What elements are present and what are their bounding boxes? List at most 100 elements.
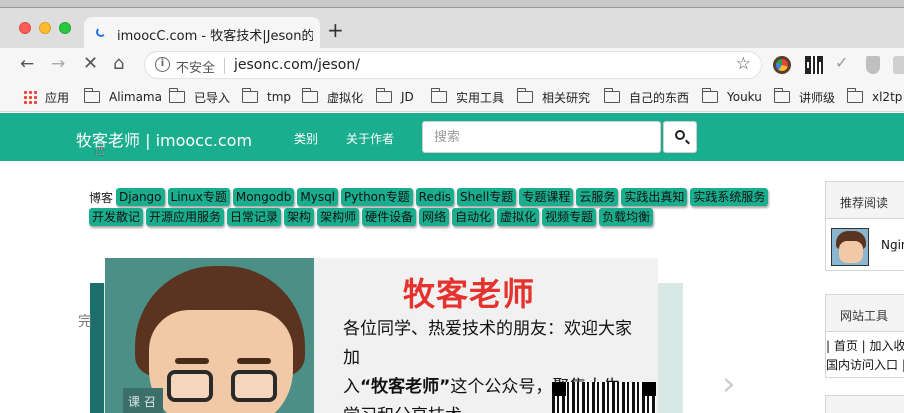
tag-courses[interactable]: 专题课程 (519, 188, 574, 206)
tag-shell[interactable]: Shell专题 (457, 188, 517, 206)
bookmark-folder-xl2tp[interactable]: xl2tp (846, 88, 903, 105)
hand-cursor-icon: ☝ (95, 140, 105, 159)
home-icon[interactable]: ⌂ (113, 54, 124, 74)
loading-spinner-icon (96, 27, 106, 37)
bookmark-folder-tmp[interactable]: tmp (241, 88, 291, 105)
article-thumbnail[interactable] (831, 228, 869, 266)
bookmark-label: Alimama (109, 90, 162, 104)
bookmark-folder-lecturer[interactable]: 讲师级 (773, 88, 836, 105)
address-bar[interactable]: i 不安全 jesonc.com/jeson/ ☆ (144, 51, 762, 79)
tag-load-balancing[interactable]: 负载均衡 (599, 208, 654, 226)
tag-mongodb[interactable]: Mongodb (232, 188, 295, 206)
forward-arrow-icon[interactable]: → (51, 54, 65, 74)
tag-architecture[interactable]: 架构 (284, 208, 315, 226)
tag-mysql[interactable]: Mysql (297, 188, 339, 206)
new-tab-button[interactable]: + (327, 20, 344, 40)
tag-video[interactable]: 视频专题 (542, 208, 597, 226)
tools-link-home-favorite[interactable]: | 首页 | 加入收藏 (826, 337, 904, 356)
nav-about-author[interactable]: 关于作者 (346, 130, 394, 147)
bookmark-label: 应用 (45, 90, 70, 105)
bookmark-label: 虚拟化 (327, 90, 364, 105)
bookmark-folder-jd[interactable]: JD (375, 88, 414, 105)
back-arrow-icon[interactable]: ← (20, 54, 34, 74)
bookmark-folder-alimama[interactable]: Alimama (83, 88, 162, 105)
banner-emphasis: “牧客老师” (360, 377, 451, 397)
bookmark-folder-virtualization[interactable]: 虚拟化 (301, 88, 364, 105)
shield-extension-icon[interactable] (866, 56, 880, 74)
mac-menu-bar (0, 0, 904, 8)
bookmark-label: 已导入 (194, 90, 231, 105)
recommend-item-title[interactable]: Ngin (881, 238, 904, 252)
browser-toolbar: ← → ✕ ⌂ i 不安全 jesonc.com/jeson/ ☆ ✓ (0, 48, 904, 82)
recommend-panel: 推荐阅读 Ngin (825, 181, 904, 271)
tag-cloud-service[interactable]: 云服务 (576, 188, 619, 206)
tools-title: 网站工具 (826, 295, 904, 332)
folder-icon (375, 88, 392, 103)
tag-cloud-label: 博客 (89, 190, 114, 205)
bookmark-label: Youku (727, 90, 762, 104)
tag-linux[interactable]: Linux专题 (167, 188, 230, 206)
folder-icon (516, 88, 533, 103)
fullscreen-window-button[interactable] (59, 22, 71, 34)
search-button[interactable] (663, 121, 697, 153)
bookmark-label: 实用工具 (456, 90, 505, 105)
tag-architect[interactable]: 架构师 (317, 208, 360, 226)
bookmark-apps[interactable]: 应用 (23, 89, 69, 105)
carousel-prev-icon[interactable]: ‹ (78, 367, 92, 401)
bookmark-star-icon[interactable]: ☆ (736, 54, 751, 74)
avatar-badge: 课 召 (123, 388, 163, 413)
bookmark-folder-tools[interactable]: 实用工具 (430, 88, 505, 105)
thumbnail-face (839, 241, 863, 263)
tag-hardware[interactable]: 硬件设备 (362, 208, 417, 226)
avatar-brow (237, 358, 271, 364)
bookmark-folder-imported[interactable]: 已导入 (168, 88, 231, 105)
nav-categories[interactable]: 类别 (294, 130, 318, 147)
color-picker-extension-icon[interactable] (773, 56, 791, 74)
recommend-title: 推荐阅读 (826, 182, 904, 219)
apps-grid-icon (23, 90, 37, 104)
url-text[interactable]: jesonc.com/jeson/ (234, 57, 360, 73)
check-extension-icon[interactable]: ✓ (835, 53, 853, 72)
tools-links: | 首页 | 加入收藏 国内访问入口 | (826, 332, 904, 375)
tag-python[interactable]: Python专题 (341, 188, 413, 206)
banner-title: 牧客老师 (403, 275, 536, 313)
folder-icon (603, 88, 620, 103)
tag-virtualization[interactable]: 虚拟化 (497, 208, 540, 226)
tag-network[interactable]: 网络 (419, 208, 450, 226)
folder-icon (168, 88, 185, 103)
close-window-button[interactable] (19, 22, 31, 34)
bookmark-label: 讲师级 (799, 90, 836, 105)
stats-title (826, 396, 904, 413)
tools-panel: 网站工具 | 首页 | 加入收藏 国内访问入口 | (825, 294, 904, 378)
tag-practice-system[interactable]: 实践系统服务 (690, 188, 769, 206)
tools-link-domestic[interactable]: 国内访问入口 | (826, 356, 904, 375)
site-header: 牧客老师 | imoocc.com 类别 关于作者 (0, 113, 904, 161)
insecure-label[interactable]: 不安全 (176, 57, 215, 76)
bookmark-folder-own-stuff[interactable]: 自己的东西 (603, 88, 689, 105)
tag-open-source[interactable]: 开源应用服务 (146, 208, 225, 226)
stop-loading-icon[interactable]: ✕ (83, 54, 98, 74)
bookmark-label: 相关研究 (542, 90, 591, 105)
carousel-next-icon[interactable]: › (722, 367, 736, 401)
bookmark-folder-youku[interactable]: Youku (701, 88, 762, 105)
carousel-edge (90, 283, 104, 413)
bookmark-label: xl2tp (872, 90, 903, 104)
folder-icon (846, 88, 863, 103)
tag-practice[interactable]: 实践出真知 (621, 188, 688, 206)
tag-dev-notes[interactable]: 开发散记 (89, 208, 144, 226)
tag-automation[interactable]: 自动化 (452, 208, 495, 226)
avatar-glasses (231, 370, 277, 402)
qr-code-extension-icon[interactable] (805, 56, 823, 74)
recommend-item[interactable]: Ngin (826, 219, 904, 269)
tag-daily-log[interactable]: 日常记录 (227, 208, 282, 226)
info-icon[interactable]: i (155, 57, 170, 72)
tag-django[interactable]: Django (116, 188, 165, 206)
bookmarks-bar: 应用 Alimama 已导入 tmp 虚拟化 JD 实用工具 相关研究 自己的东… (0, 82, 904, 112)
browser-tab-active[interactable]: imoocC.com - 牧客技术|Jeson的 (84, 17, 320, 48)
tag-redis[interactable]: Redis (415, 188, 455, 206)
partial-text: 完 (78, 314, 92, 330)
bookmark-folder-research[interactable]: 相关研究 (516, 88, 591, 105)
search-input[interactable] (422, 121, 661, 153)
minimize-window-button[interactable] (39, 22, 51, 34)
extension-icon[interactable] (893, 56, 904, 74)
